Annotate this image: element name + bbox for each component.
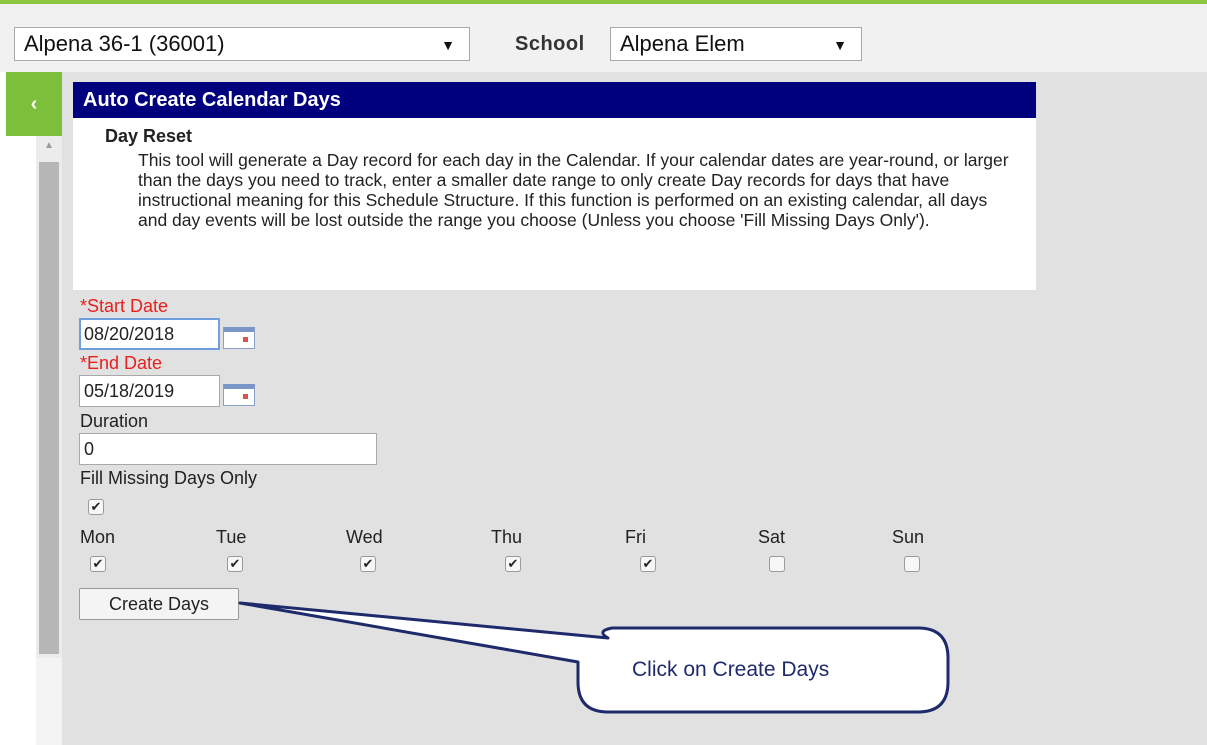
calendar-icon[interactable]: [223, 327, 255, 349]
check-icon: ✔: [229, 556, 241, 571]
day-label-wed: Wed: [346, 527, 383, 547]
collapse-sidebar-button[interactable]: ‹: [6, 72, 62, 136]
day-checkbox-mon[interactable]: ✔: [90, 556, 106, 572]
day-checkbox-tue[interactable]: ✔: [227, 556, 243, 572]
description-text: This tool will generate a Day record for…: [138, 150, 1009, 230]
required-marker: *: [80, 296, 88, 316]
section-heading: Day Reset: [105, 126, 193, 146]
school-select[interactable]: Alpena Elem ▼: [610, 27, 862, 61]
day-checkbox-wed[interactable]: ✔: [360, 556, 376, 572]
school-select-value: Alpena Elem: [620, 31, 745, 56]
scroll-up-icon[interactable]: ▲: [36, 140, 62, 151]
school-label: School: [515, 33, 585, 55]
end-date-label-text: End Date: [87, 353, 163, 373]
day-label-tue: Tue: [216, 527, 247, 547]
day-checkbox-fri[interactable]: ✔: [640, 556, 656, 572]
day-label-fri: Fri: [625, 527, 646, 547]
top-toolbar: Alpena 36-1 (36001) ▼ School Alpena Elem…: [0, 0, 1207, 72]
check-icon: ✔: [362, 556, 374, 571]
day-label-sat: Sat: [758, 527, 786, 547]
chevron-down-icon: ▼: [441, 37, 455, 53]
day-checkbox-sun[interactable]: [904, 556, 920, 572]
calendar-icon[interactable]: [223, 384, 255, 406]
district-select-value: Alpena 36-1 (36001): [24, 31, 225, 56]
start-date-input[interactable]: 08/20/2018: [79, 318, 220, 350]
panel-title: Auto Create Calendar Days: [73, 82, 1036, 118]
create-days-button[interactable]: Create Days: [79, 588, 239, 620]
callout-text: Click on Create Days: [632, 658, 830, 681]
duration-input[interactable]: 0: [79, 433, 377, 465]
day-checkbox-sat[interactable]: [769, 556, 785, 572]
check-icon: ✔: [642, 556, 654, 571]
day-label-thu: Thu: [491, 527, 523, 547]
start-date-label-text: Start Date: [87, 296, 169, 316]
start-date-label: *Start Date: [80, 296, 168, 317]
chevron-down-icon: ▼: [833, 37, 847, 53]
day-label-sun: Sun: [892, 527, 925, 547]
end-date-input[interactable]: 05/18/2019: [79, 375, 220, 407]
day-checkbox-thu[interactable]: ✔: [505, 556, 521, 572]
check-icon: ✔: [92, 556, 104, 571]
chevron-left-icon: ‹: [30, 93, 38, 115]
district-select[interactable]: Alpena 36-1 (36001) ▼: [14, 27, 470, 61]
required-marker: *: [80, 353, 88, 373]
day-label-mon: Mon: [80, 527, 116, 547]
fill-missing-label: Fill Missing Days Only: [80, 468, 258, 488]
vertical-scrollbar[interactable]: ▲: [36, 136, 62, 658]
sidebar-filler: [36, 658, 62, 745]
check-icon: ✔: [90, 499, 102, 514]
duration-label: Duration: [80, 411, 149, 431]
fill-missing-checkbox[interactable]: ✔: [88, 499, 104, 515]
end-date-label: *End Date: [80, 353, 162, 374]
scrollbar-thumb[interactable]: [39, 162, 59, 654]
check-icon: ✔: [507, 556, 519, 571]
info-box: Day Reset This tool will generate a Day …: [73, 118, 1036, 290]
